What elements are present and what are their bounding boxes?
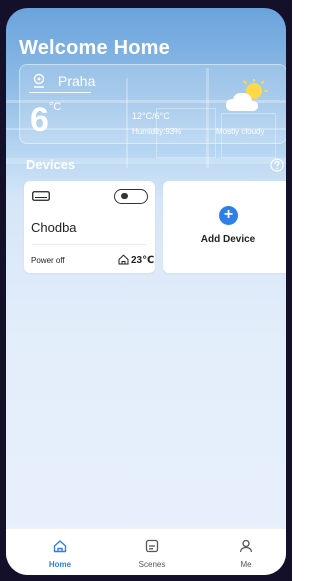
location-pin-icon — [33, 73, 45, 88]
page-title: Welcome Home — [19, 37, 170, 59]
tab-me[interactable]: Me — [216, 529, 276, 575]
humidity-value: Humidity:93% — [132, 127, 182, 136]
weather-card[interactable]: Praha 6 °C 12°C/6°C Humidity:93% Mostly … — [19, 64, 286, 144]
partly-cloudy-icon — [226, 79, 268, 111]
scenes-icon — [145, 539, 159, 553]
city-name: Praha — [58, 73, 96, 89]
add-device-card[interactable]: + Add Device — [163, 181, 286, 273]
device-name: Chodba — [31, 220, 77, 235]
app-screen: Welcome Home Praha 6 °C 12°C/6°C Humidit… — [6, 8, 286, 575]
devices-section-label: Devices — [26, 157, 76, 172]
tab-me-label: Me — [240, 560, 252, 569]
tab-home[interactable]: Home — [30, 529, 90, 575]
card-divider — [32, 244, 146, 245]
device-card[interactable]: Chodba Power off 23℃ — [24, 181, 155, 273]
home-outline-icon — [118, 254, 129, 265]
tab-scenes-label: Scenes — [138, 560, 166, 569]
profile-icon — [239, 539, 253, 553]
bottom-tab-bar: Home Scenes Me — [6, 528, 286, 575]
device-power-toggle[interactable] — [114, 189, 148, 204]
temperature-range: 12°C/6°C — [132, 111, 170, 121]
add-device-label: Add Device — [200, 234, 256, 245]
home-icon — [53, 540, 67, 553]
plus-icon: + — [219, 206, 238, 225]
current-temperature: 6 — [30, 101, 49, 139]
tab-home-label: Home — [48, 560, 72, 569]
phone-frame: Welcome Home Praha 6 °C 12°C/6°C Humidit… — [0, 0, 292, 581]
help-icon[interactable] — [270, 158, 284, 172]
weather-condition: Mostly cloudy — [216, 127, 265, 136]
device-temperature: 23℃ — [131, 255, 155, 266]
toggle-knob — [121, 193, 128, 199]
device-status: Power off — [31, 256, 65, 265]
city-underline — [29, 92, 91, 93]
ac-unit-icon — [32, 191, 50, 201]
temperature-unit: °C — [49, 101, 62, 113]
tab-scenes[interactable]: Scenes — [122, 529, 182, 575]
